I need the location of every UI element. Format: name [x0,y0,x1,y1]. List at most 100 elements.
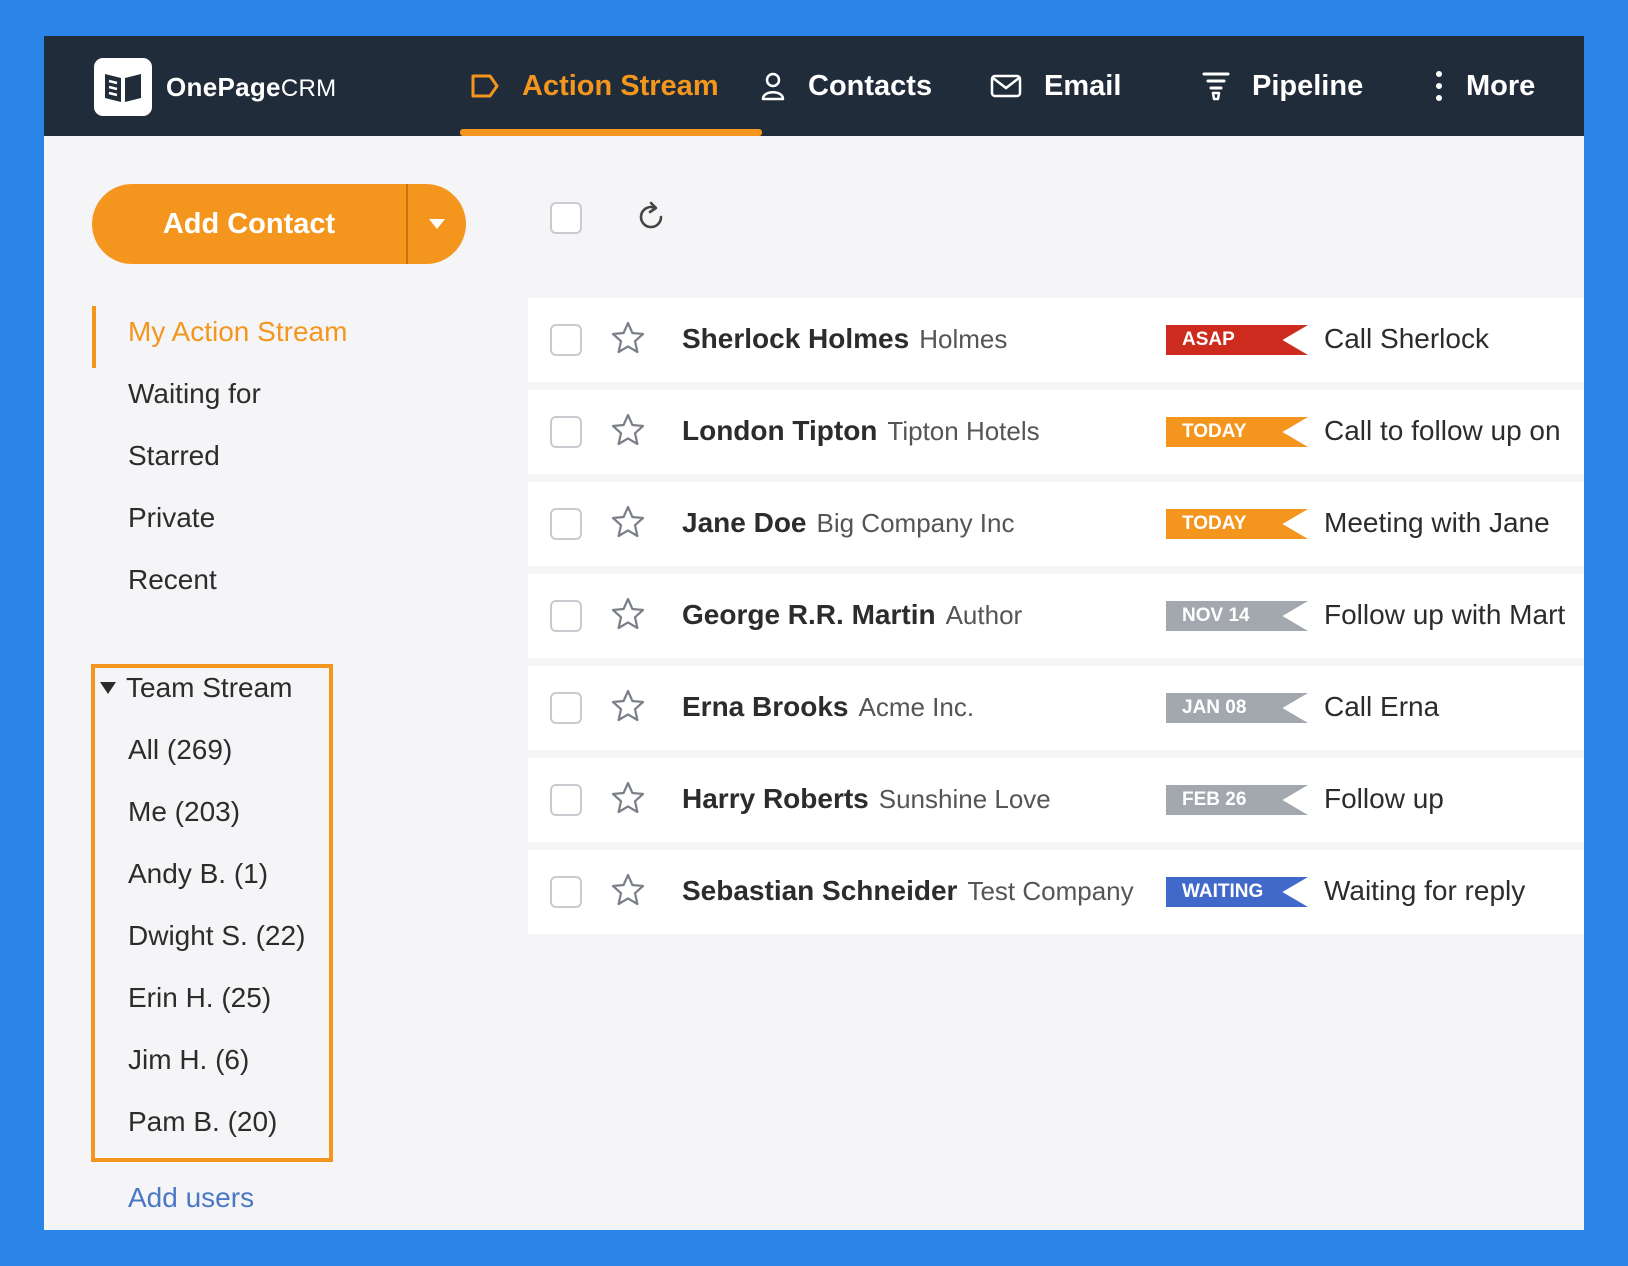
contact-name-text: Harry Roberts [682,783,869,814]
row-checkbox[interactable] [550,692,582,724]
contact-name-text: Erna Brooks [682,691,849,722]
row-checkbox[interactable] [550,876,582,908]
active-link-indicator [92,306,96,368]
sidebar-link-recent[interactable]: Recent [128,564,217,596]
team-member-erin[interactable]: Erin H. (25) [128,982,271,1014]
star-button[interactable] [610,412,646,453]
add-users-link[interactable]: Add users [128,1182,254,1214]
team-member-all[interactable]: All (269) [128,734,232,766]
next-action[interactable]: Follow up with Mart [1324,599,1565,631]
team-member-dwight[interactable]: Dwight S. (22) [128,920,305,952]
team-member-jim[interactable]: Jim H. (6) [128,1044,249,1076]
row-checkbox[interactable] [550,324,582,356]
star-icon [611,505,645,538]
nav-action-stream-label: Action Stream [522,69,719,102]
contact-company: Sunshine Love [878,784,1051,814]
action-row[interactable]: George R.R. Martin Author NOV 14 Follow u… [528,574,1584,658]
contact-name[interactable]: Erna Brooks Acme Inc. [682,691,974,723]
action-row[interactable]: Sherlock Holmes Holmes ASAP Call Sherlock [528,298,1584,382]
refresh-button[interactable] [634,200,668,239]
due-tag: TODAY [1166,417,1308,447]
action-row[interactable]: Erna Brooks Acme Inc. JAN 08 Call Erna [528,666,1584,750]
team-member-andy[interactable]: Andy B. (1) [128,858,268,890]
contact-company: Test Company [967,876,1134,906]
brand-name-bold: OnePage [166,72,281,102]
contact-name[interactable]: London Tipton Tipton Hotels [682,415,1040,447]
triangle-down-icon [100,682,116,694]
nav-contacts-label: Contacts [808,69,933,102]
sidebar-link-my-action-stream[interactable]: My Action Stream [128,316,347,348]
next-action[interactable]: Call Sherlock [1324,323,1489,355]
nav-pipeline[interactable]: Pipeline [1202,36,1363,136]
nav-more[interactable]: More [1434,36,1535,136]
star-icon [611,413,645,446]
action-list: Sherlock Holmes Holmes ASAP Call Sherlock… [528,298,1584,942]
next-action[interactable]: Follow up [1324,783,1444,815]
pipeline-icon [1202,72,1230,101]
due-tag: ASAP [1166,325,1308,355]
due-tag: JAN 08 [1166,693,1308,723]
row-checkbox[interactable] [550,784,582,816]
refresh-icon [639,201,663,229]
row-checkbox[interactable] [550,508,582,540]
contacts-icon [761,72,785,101]
nav-contacts[interactable]: Contacts [760,36,932,136]
action-row[interactable]: Jane Doe Big Company Inc TODAY Meeting wi… [528,482,1584,566]
star-button[interactable] [610,780,646,821]
row-checkbox[interactable] [550,416,582,448]
contact-company: Author [945,600,1023,630]
contact-name[interactable]: Sebastian Schneider Test Company [682,875,1134,907]
sidebar-link-waiting-for[interactable]: Waiting for [128,378,261,410]
team-stream-toggle[interactable]: Team Stream [100,672,293,704]
star-icon [611,597,645,630]
next-action[interactable]: Call to follow up on [1324,415,1561,447]
contact-company: Acme Inc. [858,692,975,722]
sidebar-link-private[interactable]: Private [128,502,215,534]
row-checkbox[interactable] [550,600,582,632]
brand-name: OnePageCRM [166,72,336,103]
nav-more-label: More [1466,69,1536,102]
star-button[interactable] [610,320,646,361]
contact-company: Holmes [919,324,1008,354]
select-all-checkbox[interactable] [550,202,582,234]
due-tag: FEB 26 [1166,785,1308,815]
top-nav-bar: OnePageCRM Action Stream Contacts Email [44,36,1584,136]
due-tag: NOV 14 [1166,601,1308,631]
next-action[interactable]: Waiting for reply [1324,875,1525,907]
brand-name-light: CRM [280,75,337,102]
nav-action-stream[interactable]: Action Stream [470,36,719,136]
due-tag: TODAY [1166,509,1308,539]
star-icon [611,781,645,814]
star-button[interactable] [610,504,646,545]
team-stream-title: Team Stream [126,672,293,703]
action-row[interactable]: London Tipton Tipton Hotels TODAY Call to… [528,390,1584,474]
contact-name[interactable]: Harry Roberts Sunshine Love [682,783,1051,815]
add-contact-button[interactable]: Add Contact [92,184,408,264]
star-button[interactable] [610,596,646,637]
action-stream-icon [471,74,499,98]
nav-email[interactable]: Email [990,36,1121,136]
star-icon [611,689,645,722]
nav-pipeline-label: Pipeline [1252,69,1364,102]
add-contact-split-button: Add Contact [92,184,466,264]
star-button[interactable] [610,688,646,729]
add-contact-dropdown-button[interactable] [408,184,466,264]
team-member-me[interactable]: Me (203) [128,796,240,828]
contact-name[interactable]: George R.R. Martin Author [682,599,1022,631]
team-member-pam[interactable]: Pam B. (20) [128,1106,277,1138]
star-icon [611,321,645,354]
next-action[interactable]: Call Erna [1324,691,1439,723]
star-button[interactable] [610,872,646,913]
more-vertical-icon [1436,71,1442,101]
contact-company: Big Company Inc [816,508,1015,538]
contact-name[interactable]: Jane Doe Big Company Inc [682,507,1014,539]
active-tab-indicator [460,129,762,136]
contact-name[interactable]: Sherlock Holmes Holmes [682,323,1007,355]
caret-down-icon [429,219,445,229]
logo[interactable] [94,58,152,116]
action-row[interactable]: Sebastian Schneider Test Company WAITING … [528,850,1584,934]
next-action[interactable]: Meeting with Jane [1324,507,1550,539]
onepage-logo-icon [105,74,141,102]
action-row[interactable]: Harry Roberts Sunshine Love FEB 26 Follow… [528,758,1584,842]
sidebar-link-starred[interactable]: Starred [128,440,220,472]
